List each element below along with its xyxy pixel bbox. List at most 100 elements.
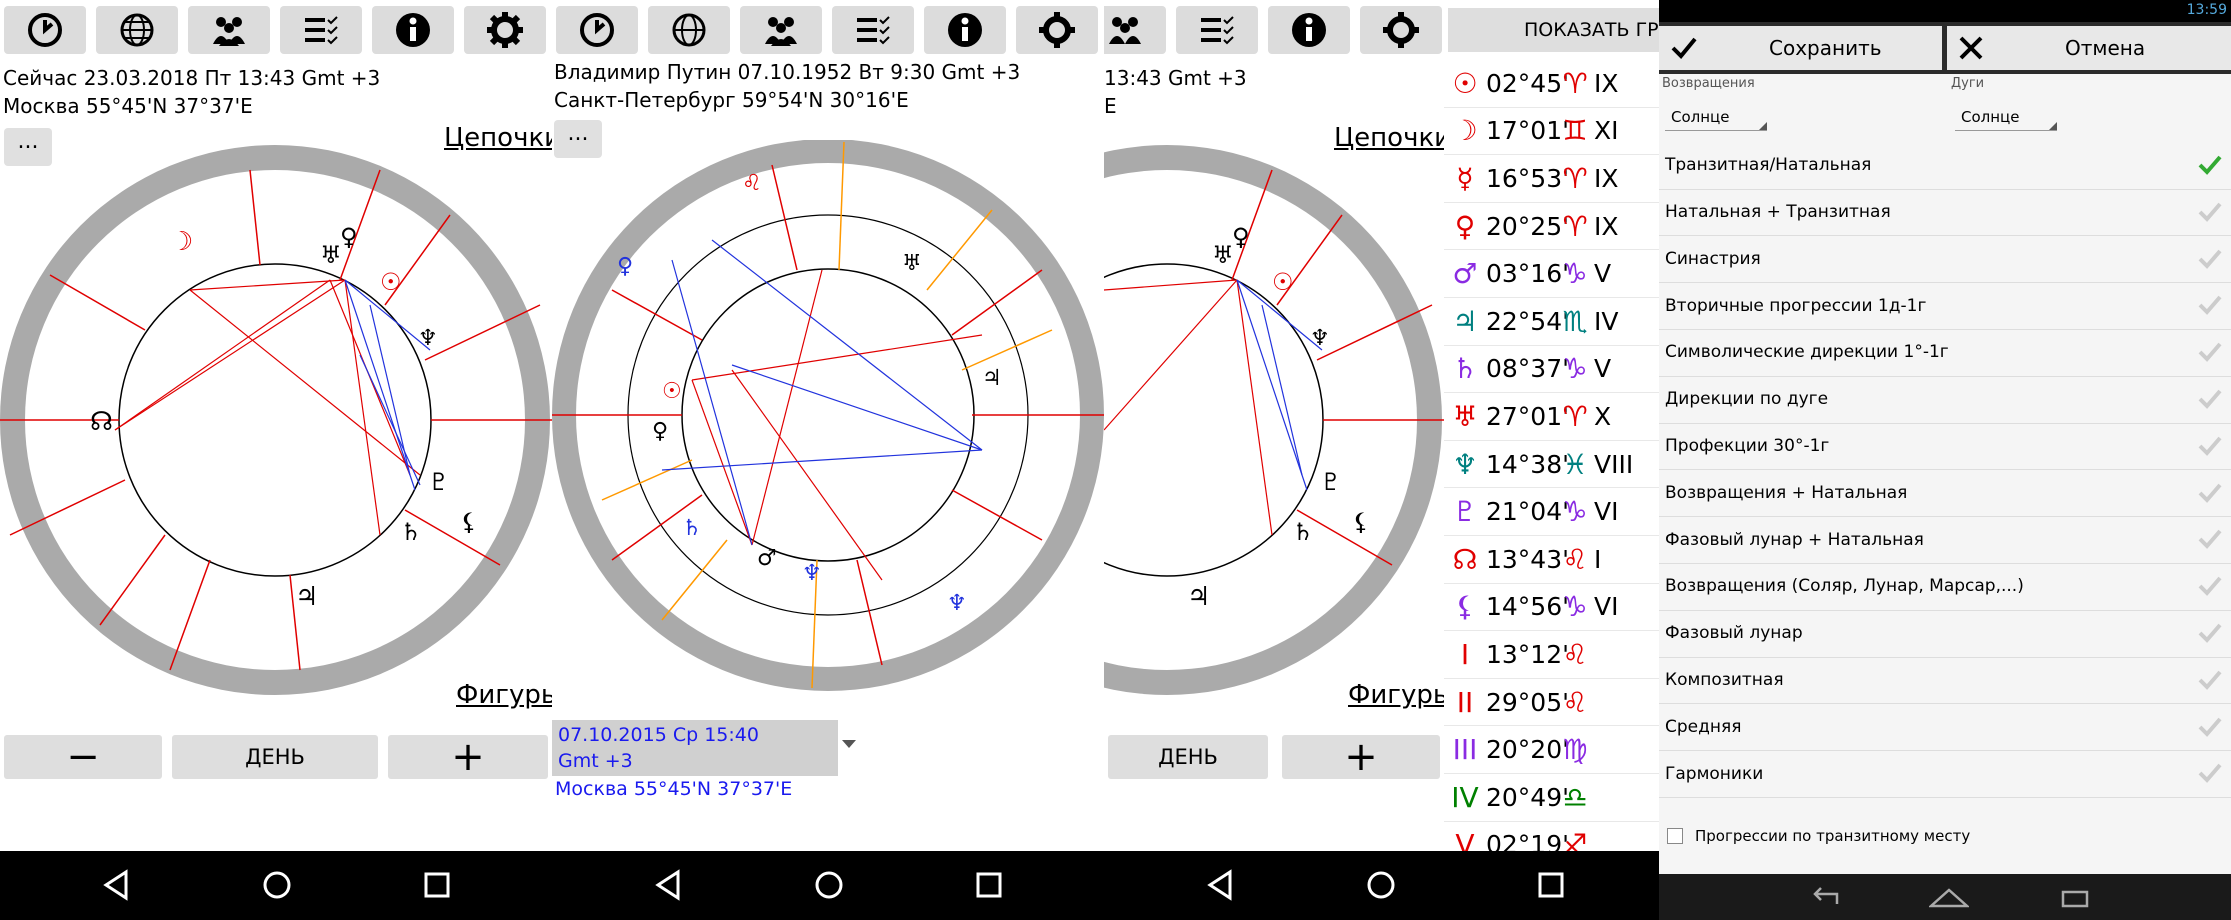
- check-icon: [2198, 717, 2222, 737]
- planet-position: 16°53': [1486, 163, 1569, 193]
- day-button[interactable]: ДЕНЬ: [172, 735, 378, 779]
- chart-type-option[interactable]: Возвращения + Натальная: [1659, 470, 2231, 518]
- home-icon[interactable]: [260, 868, 294, 902]
- natal-chart-wheel[interactable]: ♃ ☽ ☊ ♅ ♀ ☉ ♆ ♇ ♄ ⚸: [0, 145, 552, 705]
- chart-type-option[interactable]: Возвращения (Соляр, Лунар, Марсар,...): [1659, 563, 2231, 611]
- settings-button[interactable]: [1016, 6, 1098, 54]
- info-button[interactable]: [924, 6, 1006, 54]
- home-icon[interactable]: [812, 868, 846, 902]
- android-nav-bar: [0, 851, 552, 920]
- people-button[interactable]: [740, 6, 822, 54]
- chart-type-option[interactable]: Транзитная/Натальная: [1659, 142, 2231, 190]
- info-icon: [396, 13, 430, 47]
- chart-type-option[interactable]: Средняя: [1659, 704, 2231, 752]
- people-button[interactable]: [1104, 6, 1166, 54]
- arcs-select[interactable]: Солнце: [1955, 104, 2057, 131]
- clock-button[interactable]: [4, 6, 86, 54]
- clock-button[interactable]: [556, 6, 638, 54]
- chart-type-option[interactable]: Фазовый лунар + Натальная: [1659, 516, 2231, 564]
- house-number: VI: [1594, 592, 1619, 622]
- planet-position: 08°37': [1486, 354, 1569, 384]
- planet-position: 20°20': [1486, 735, 1569, 765]
- svg-text:♃: ♃: [982, 366, 1002, 391]
- zodiac-sign-icon: ♈: [1562, 209, 1588, 243]
- planet-glyph: I: [1460, 637, 1470, 671]
- svg-text:♀: ♀: [652, 419, 668, 444]
- planet-glyph: ☊: [1452, 542, 1478, 576]
- chart-type-option[interactable]: Дирекции по дуге: [1659, 376, 2231, 424]
- planet-glyph: ♆: [1452, 447, 1478, 481]
- chart-type-option[interactable]: Композитная: [1659, 657, 2231, 705]
- people-button[interactable]: [188, 6, 270, 54]
- gear-icon: [1383, 12, 1419, 48]
- people-icon: [213, 17, 245, 46]
- house-number: IX: [1594, 68, 1619, 98]
- list-button[interactable]: [832, 6, 914, 54]
- planet-glyph: IV: [1451, 780, 1479, 814]
- back-icon[interactable]: [100, 868, 134, 902]
- option-label: Транзитная/Натальная: [1665, 155, 1872, 176]
- minus-button[interactable]: −: [4, 734, 162, 780]
- transit-date-box[interactable]: 07.10.2015 Ср 15:40 Gmt +3: [552, 720, 838, 776]
- svg-text:♆: ♆: [802, 561, 822, 586]
- returns-select[interactable]: Солнце: [1665, 104, 1767, 131]
- info-button[interactable]: [372, 6, 454, 54]
- recents-icon[interactable]: [972, 868, 1006, 902]
- globe-button[interactable]: [96, 6, 178, 54]
- planet-row: ⚸ 14°56' ♑ VI: [1444, 584, 1659, 632]
- plus-button[interactable]: +: [388, 734, 548, 780]
- show-button[interactable]: ПОКАЗАТЬ ГР: [1448, 8, 1659, 52]
- synastry-chart-wheel[interactable]: ♌ ♆ ♆ ♅ ♃ ☉ ♀ ♂ ♀ ♄: [552, 140, 1104, 695]
- house-number: IX: [1594, 163, 1619, 193]
- chart-type-option[interactable]: Синастрия: [1659, 236, 2231, 284]
- home-icon[interactable]: [1929, 886, 1969, 908]
- chart-type-option[interactable]: Вторичные прогрессии 1д-1г: [1659, 282, 2231, 330]
- option-label: Дирекции по дуге: [1665, 389, 1829, 410]
- svg-text:☽: ☽: [170, 227, 193, 257]
- svg-text:♄: ♄: [682, 516, 702, 541]
- natal-chart-wheel[interactable]: ♃ ♅ ♀ ☉ ♆ ♇ ♄ ⚸: [1104, 145, 1444, 705]
- status-bar: 13:59: [1659, 0, 2231, 22]
- list-button[interactable]: [1176, 6, 1258, 54]
- info-button[interactable]: [1268, 6, 1350, 54]
- planet-row: ☊ 13°43' ♌ I: [1444, 536, 1659, 584]
- planet-position: 29°05': [1486, 687, 1569, 717]
- zodiac-sign-icon: ♓: [1562, 447, 1588, 481]
- back-icon[interactable]: [1809, 886, 1841, 908]
- info-icon: [948, 13, 982, 47]
- planet-glyph: ♅: [1452, 399, 1478, 433]
- option-label: Фазовый лунар: [1665, 623, 1803, 644]
- chart-type-option[interactable]: Гармоники: [1659, 750, 2231, 798]
- home-icon[interactable]: [1364, 868, 1398, 902]
- natal-transit-panel-2: Владимир Путин 07.10.1952 Вт 9:30 Gmt +3…: [552, 0, 1104, 920]
- chart-type-option[interactable]: Натальная + Транзитная: [1659, 189, 2231, 237]
- globe-icon: [672, 13, 706, 47]
- zodiac-sign-icon: ♎: [1562, 780, 1588, 814]
- back-icon[interactable]: [1204, 868, 1238, 902]
- plus-button[interactable]: +: [1282, 734, 1440, 780]
- recents-icon[interactable]: [1534, 868, 1568, 902]
- chart-type-option[interactable]: Символические дирекции 1°-1г: [1659, 329, 2231, 377]
- settings-button[interactable]: [1360, 6, 1442, 54]
- zodiac-sign-icon: ♑: [1562, 590, 1588, 624]
- svg-text:☉: ☉: [380, 268, 402, 296]
- svg-text:♄: ♄: [1292, 518, 1314, 546]
- planet-position: 14°38': [1486, 449, 1569, 479]
- recents-icon[interactable]: [420, 868, 454, 902]
- list-button[interactable]: [280, 6, 362, 54]
- day-button[interactable]: ДЕНЬ: [1108, 735, 1268, 779]
- planet-position: 03°16': [1486, 259, 1569, 289]
- house-number: I: [1594, 544, 1602, 574]
- settings-button[interactable]: [464, 6, 546, 54]
- cancel-button[interactable]: Отмена: [1947, 26, 2231, 70]
- globe-button[interactable]: [648, 6, 730, 54]
- dropdown-arrow-icon[interactable]: [842, 740, 856, 750]
- chart-type-option[interactable]: Профекции 30°-1г: [1659, 423, 2231, 471]
- checkbox-box[interactable]: [1667, 828, 1683, 845]
- transit-place-progressions-checkbox[interactable]: Прогрессии по транзитному месту: [1667, 827, 1970, 845]
- recents-icon[interactable]: [2059, 886, 2091, 908]
- zodiac-sign-icon: ♌: [1562, 685, 1588, 719]
- back-icon[interactable]: [652, 868, 686, 902]
- chart-type-option[interactable]: Фазовый лунар: [1659, 610, 2231, 658]
- save-button[interactable]: Сохранить: [1659, 26, 1942, 70]
